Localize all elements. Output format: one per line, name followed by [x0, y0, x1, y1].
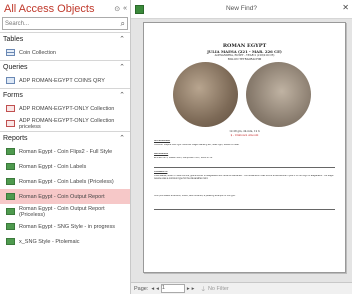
- coin-images: [173, 62, 313, 127]
- divider: [154, 167, 335, 168]
- search-icon[interactable]: ⌕: [121, 19, 125, 28]
- coin-obverse-image: [173, 62, 238, 127]
- last-page-icon[interactable]: ▸: [192, 286, 195, 292]
- report-icon: [6, 193, 15, 200]
- collapse-pane-icon[interactable]: «: [123, 5, 127, 13]
- appearance-text: Obverse: draped bust right. Reverse: eag…: [154, 144, 240, 146]
- table-icon: [6, 49, 15, 56]
- navigation-pane-header: All Access Objects ⊙ «: [0, 0, 130, 17]
- appearance-heading: APPEARANCE: [154, 140, 171, 142]
- document-title: New Find?: [225, 5, 258, 12]
- group-header-forms[interactable]: Forms ⌃: [0, 88, 130, 101]
- next-page-icon[interactable]: ▸: [187, 286, 190, 292]
- nav-item-report[interactable]: Roman Egypt - SNG Style - in progress: [0, 219, 130, 234]
- nav-item-report[interactable]: Roman Egypt - Coin Output Report (Pricel…: [0, 204, 130, 219]
- collapse-chevron-icon[interactable]: ⌃: [119, 134, 125, 142]
- report-icon: [6, 148, 15, 155]
- close-icon[interactable]: ✕: [342, 3, 349, 12]
- form-icon: [6, 105, 15, 112]
- page-number-input[interactable]: 1: [160, 284, 185, 293]
- filter-status[interactable]: No Filter: [208, 286, 229, 292]
- dropdown-icon[interactable]: ⊙: [114, 5, 120, 13]
- report-denomination: BILLON TETRADRACHM: [227, 58, 262, 61]
- comments-heading: COMMENTS: [154, 171, 168, 173]
- nav-item-report-selected[interactable]: Roman Egypt - Coin Output Report: [0, 189, 130, 204]
- nav-item-form[interactable]: ADP ROMAN-EGYPT-ONLY Collection priceles…: [0, 116, 130, 131]
- document-tab-bar: New Find? ✕: [131, 0, 352, 19]
- nav-item-table[interactable]: Coin Collection: [0, 45, 130, 60]
- page-label: Page:: [134, 285, 149, 292]
- report-page: ROMAN EGYPT JULIA MAESA (221 - MAR. 226 …: [143, 22, 346, 273]
- reference-text: Emmett 2974; Dattari 4235; Kampmann 59.1…: [154, 157, 213, 159]
- nav-item-form[interactable]: ADP ROMAN-EGYPT-ONLY Collection: [0, 101, 130, 116]
- status-bar: Page: ◂ ◂ 1 ▸ ▸ ⏚ No Filter: [131, 282, 352, 294]
- nav-item-report[interactable]: Roman Egypt - Coin Labels (Priceless): [0, 174, 130, 189]
- group-header-reports[interactable]: Reports ⌃: [0, 131, 130, 144]
- comments-text-2: Coin purchased at auction; toned, well c…: [154, 195, 236, 197]
- collapse-chevron-icon[interactable]: ⌃: [119, 63, 125, 71]
- navigation-pane: All Access Objects ⊙ « Search... ⌕ Table…: [0, 0, 131, 294]
- collapse-chevron-icon[interactable]: ⌃: [119, 35, 125, 43]
- divider: [154, 209, 335, 210]
- nav-item-report[interactable]: x_SNG Style - Ptolemaic: [0, 234, 130, 249]
- previous-page-icon[interactable]: ◂: [156, 286, 159, 292]
- nav-title[interactable]: All Access Objects: [4, 3, 94, 15]
- report-price: $ - Unknown Amount: [230, 134, 259, 137]
- comments-text: Julia Maesa, sister of Julia Domna, gran…: [154, 175, 334, 180]
- collapse-chevron-icon[interactable]: ⌃: [119, 91, 125, 99]
- reference-heading: REFERENCE: [154, 153, 169, 155]
- report-icon: [6, 208, 15, 215]
- nav-item-report[interactable]: Roman Egypt - Coin Flips2 - Full Style: [0, 144, 130, 159]
- report-mint: ALEXANDRIA, EGYPT - YEAR 2 (218/219 CE): [214, 54, 275, 57]
- print-preview-area[interactable]: ROMAN EGYPT JULIA MAESA (221 - MAR. 226 …: [131, 19, 352, 283]
- first-page-icon[interactable]: ◂: [151, 286, 154, 292]
- report-icon: [6, 163, 15, 170]
- report-icon: [6, 223, 15, 230]
- report-weight: 12.28 gm, 24 mm, 12 h: [229, 130, 260, 133]
- report-icon: [6, 238, 15, 245]
- query-icon: [6, 77, 15, 84]
- nav-item-report[interactable]: Roman Egypt - Coin Labels: [0, 159, 130, 174]
- group-header-queries[interactable]: Queries ⌃: [0, 60, 130, 73]
- search-box[interactable]: Search... ⌕: [2, 17, 128, 30]
- form-icon: [6, 120, 15, 127]
- report-icon: [6, 178, 15, 185]
- filter-icon: ⏚: [200, 286, 206, 293]
- coin-reverse-image: [246, 62, 311, 127]
- nav-item-query[interactable]: ADP ROMAN-EGYPT COINS QRY: [0, 73, 130, 88]
- group-header-tables[interactable]: Tables ⌃: [0, 32, 130, 45]
- search-input[interactable]: Search...: [5, 21, 29, 27]
